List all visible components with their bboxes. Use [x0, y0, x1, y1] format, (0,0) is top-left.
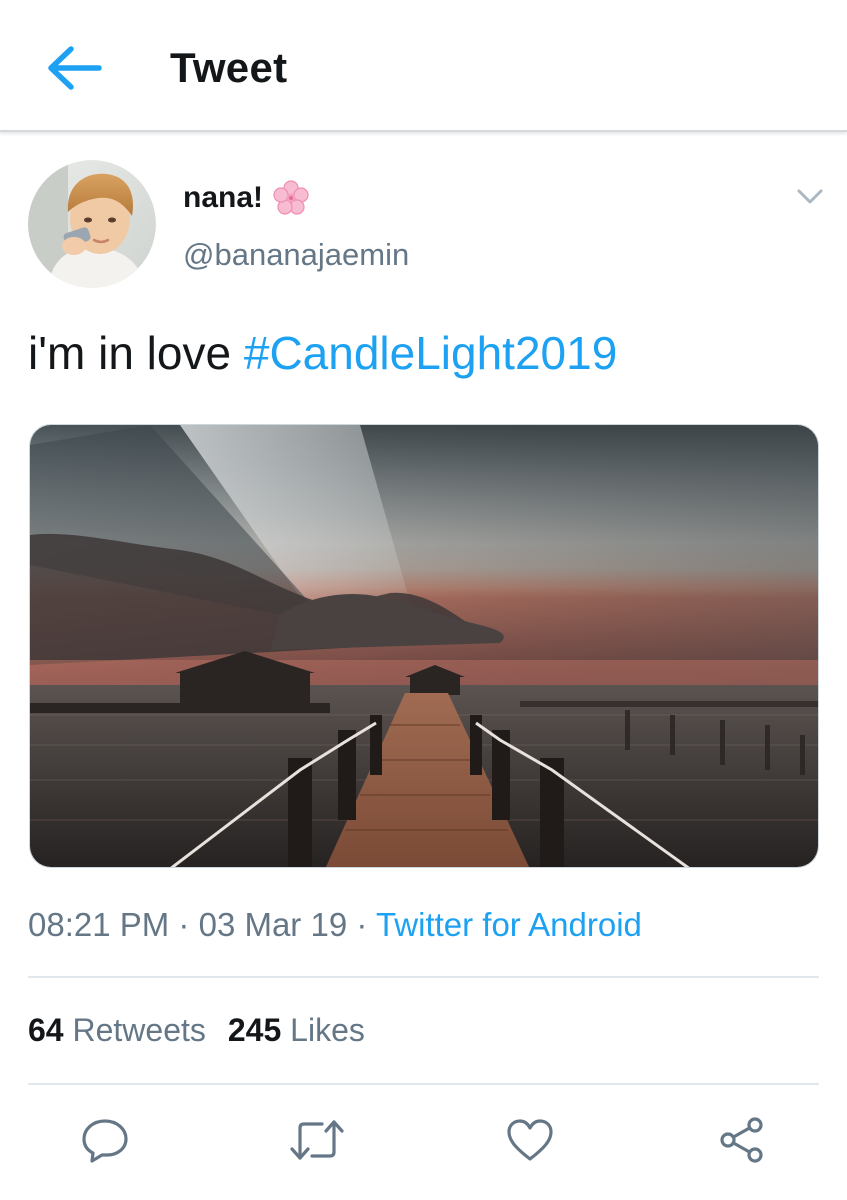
likes-stat[interactable]: 245 Likes: [228, 1012, 365, 1048]
tweet-time: 08:21 PM: [28, 906, 170, 943]
meta-separator: ·: [178, 906, 190, 943]
like-button[interactable]: [500, 1112, 560, 1168]
retweets-stat[interactable]: 64 Retweets: [28, 1012, 206, 1048]
tweet-menu-button[interactable]: [790, 180, 830, 214]
chevron-down-icon: [797, 189, 823, 204]
tweet-body: i'm in love: [28, 327, 244, 379]
tweet-timestamp: 08:21 PM · 03 Mar 19 · Twitter for Andro…: [28, 906, 642, 944]
retweets-count: 64: [28, 1012, 64, 1048]
retweets-label: Retweets: [72, 1012, 206, 1048]
tweet-text: i'm in love #CandleLight2019: [28, 326, 617, 380]
page-title: Tweet: [170, 44, 288, 91]
share-icon: [720, 1117, 763, 1163]
hashtag-link[interactable]: #CandleLight2019: [244, 327, 617, 379]
tweet-source-link[interactable]: Twitter for Android: [376, 906, 642, 943]
heart-icon: [507, 1119, 553, 1161]
share-button[interactable]: [712, 1112, 772, 1168]
tweet-date: 03 Mar 19: [198, 906, 348, 943]
back-button[interactable]: [44, 38, 106, 98]
tweet-stats: 64 Retweets 245 Likes: [28, 1012, 365, 1049]
retweet-icon: [290, 1120, 344, 1160]
avatar-photo: [28, 160, 156, 288]
display-name: nana!: [183, 181, 264, 214]
cherry-blossom-icon: [273, 180, 309, 215]
likes-label: Likes: [290, 1012, 365, 1048]
reply-button[interactable]: [75, 1112, 135, 1168]
author-handle[interactable]: @bananajaemin: [183, 237, 409, 273]
reply-icon: [82, 1119, 128, 1163]
arrow-left-icon: [48, 46, 102, 90]
divider: [28, 976, 819, 978]
retweet-button[interactable]: [287, 1112, 347, 1168]
likes-count: 245: [227, 1012, 282, 1048]
divider: [28, 1083, 819, 1085]
tweet-media[interactable]: [29, 424, 819, 868]
sunset-pier-photo: [30, 425, 818, 867]
avatar[interactable]: [28, 160, 156, 288]
meta-separator: ·: [356, 906, 368, 943]
author-name-row[interactable]: nana!: [183, 180, 309, 216]
top-app-bar: Tweet: [0, 0, 847, 132]
